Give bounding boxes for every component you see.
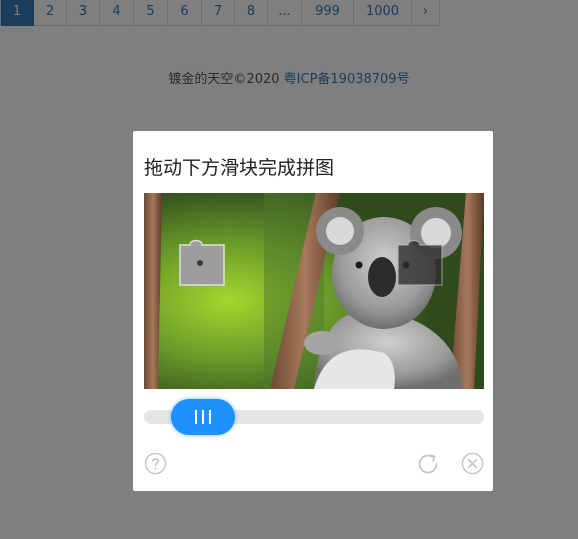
page: 1 2 3 4 5 6 7 8 ... 999 1000 › 镀金的天空©202…: [0, 0, 578, 539]
captcha-title: 拖动下方滑块完成拼图: [144, 157, 335, 179]
grip-line: [209, 410, 211, 424]
slider-handle[interactable]: [171, 399, 235, 435]
grip-line: [195, 410, 197, 424]
puzzle-image: [144, 193, 484, 389]
close-icon[interactable]: [461, 452, 484, 475]
refresh-icon[interactable]: [416, 452, 440, 476]
grip-line: [202, 410, 204, 424]
koala-photo: [144, 193, 484, 389]
captcha-dialog: 拖动下方滑块完成拼图: [133, 131, 493, 491]
question-icon[interactable]: [144, 452, 167, 475]
